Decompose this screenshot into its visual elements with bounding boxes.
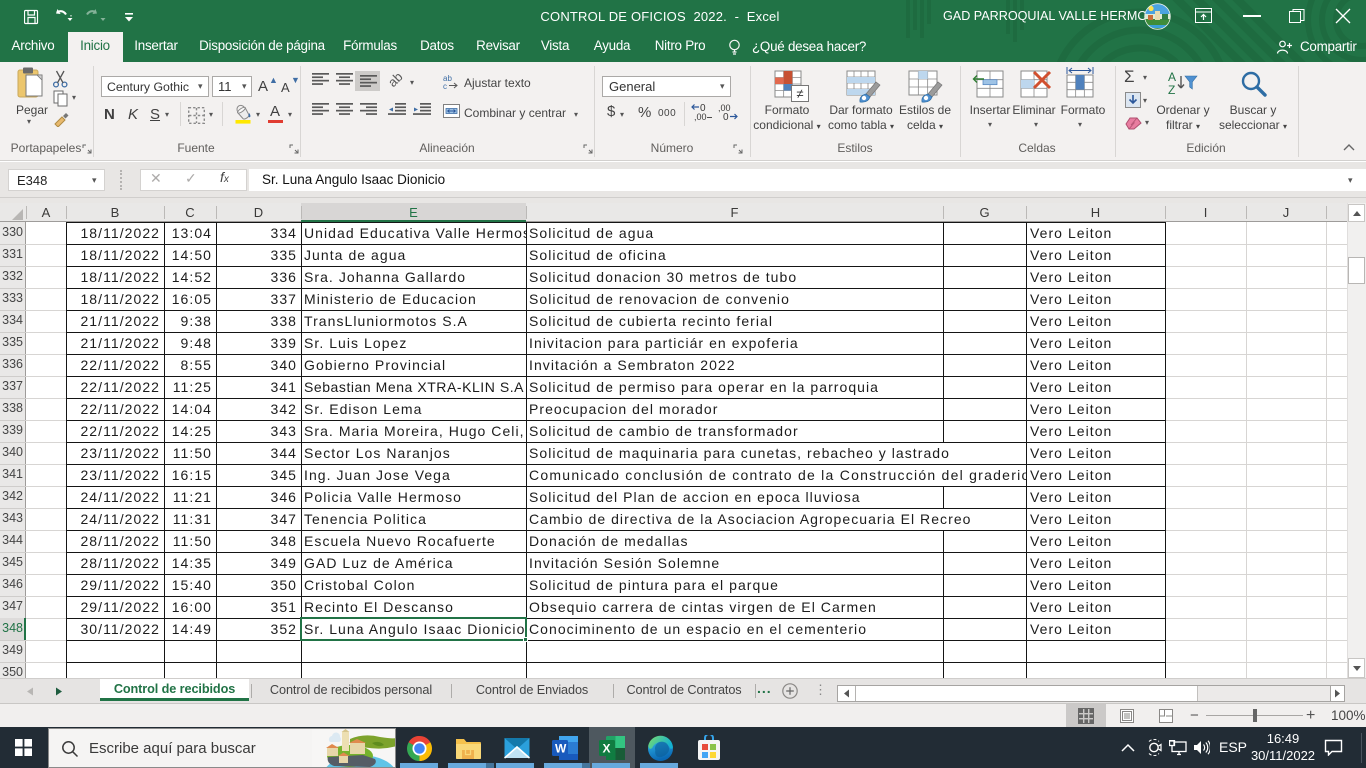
svg-text:W: W [555, 742, 567, 756]
svg-text:X: X [603, 742, 611, 756]
